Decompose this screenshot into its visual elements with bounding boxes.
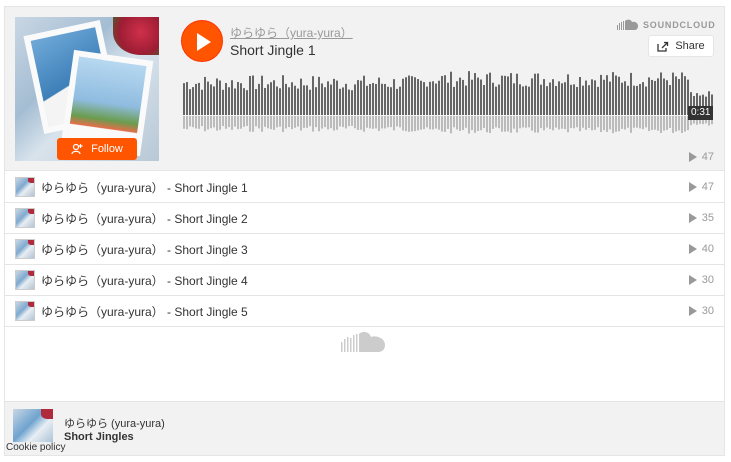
playlist-title[interactable]: Short Jingles: [64, 431, 134, 443]
play-count-icon: [688, 152, 697, 162]
add-user-icon: [71, 143, 83, 155]
soundcloud-loader-icon: [341, 332, 385, 352]
track-play-count-value: 47: [701, 181, 714, 193]
track-row[interactable]: ゆらゆら（yura-yura） - Short Jingle 2 35: [5, 203, 724, 234]
track-thumbnail: [15, 177, 35, 197]
track-name: ゆらゆら（yura-yura） - Short Jingle 2: [41, 211, 248, 226]
track-row[interactable]: ゆらゆら（yura-yura） - Short Jingle 1 47: [5, 172, 724, 203]
album-artwork[interactable]: Follow: [15, 17, 159, 161]
track-row[interactable]: ゆらゆら（yura-yura） - Short Jingle 4 30: [5, 265, 724, 296]
play-icon: [197, 33, 211, 51]
track-title[interactable]: Short Jingle 1: [230, 42, 316, 58]
share-label: Share: [675, 40, 705, 52]
track-duration: 0:31: [688, 106, 714, 120]
soundcloud-icon: [617, 19, 638, 30]
track-name: ゆらゆら（yura-yura） - Short Jingle 4: [41, 273, 248, 288]
footer-artist[interactable]: ゆらゆら (yura-yura): [64, 415, 165, 431]
track-name: ゆらゆら（yura-yura） - Short Jingle 1: [41, 180, 248, 195]
follow-label: Follow: [91, 143, 123, 155]
track-play-count-value: 40: [701, 243, 714, 255]
playlist-footer: ゆらゆら (yura-yura) Short Jingles: [5, 401, 724, 455]
play-button[interactable]: [181, 20, 223, 62]
track-thumbnail: [15, 301, 35, 321]
brand-name: SOUNDCLOUD: [643, 19, 716, 30]
cookie-policy-link[interactable]: Cookie policy: [6, 442, 66, 453]
play-count-icon: [688, 306, 697, 316]
soundcloud-logo[interactable]: SOUNDCLOUD: [617, 19, 716, 30]
play-count-icon: [688, 244, 697, 254]
play-count-icon: [688, 213, 697, 223]
track-play-count-value: 35: [701, 212, 714, 224]
share-icon: [657, 41, 669, 52]
play-count-icon: [688, 182, 697, 192]
track-play-count-value: 30: [701, 305, 714, 317]
track-name: ゆらゆら（yura-yura） - Short Jingle 3: [41, 242, 248, 257]
play-count-value: 47: [701, 151, 714, 163]
header-play-count: 47: [688, 151, 714, 163]
track-thumbnail: [15, 239, 35, 259]
waveform[interactable]: [183, 71, 714, 141]
track-thumbnail: [15, 208, 35, 228]
track-play-count-value: 30: [701, 274, 714, 286]
track-row[interactable]: ゆらゆら（yura-yura） - Short Jingle 5 30: [5, 296, 724, 327]
track-name: ゆらゆら（yura-yura） - Short Jingle 5: [41, 304, 248, 319]
track-list: ゆらゆら（yura-yura） - Short Jingle 1 47 ゆらゆら…: [5, 172, 724, 327]
track-play-count: 35: [688, 212, 714, 224]
soundcloud-widget: Follow ゆらゆら（yura-yura） Short Jingle 1 SO…: [4, 6, 725, 456]
player-header: Follow ゆらゆら（yura-yura） Short Jingle 1 SO…: [5, 7, 724, 171]
track-play-count: 30: [688, 274, 714, 286]
track-row[interactable]: ゆらゆら（yura-yura） - Short Jingle 3 40: [5, 234, 724, 265]
share-button[interactable]: Share: [648, 35, 714, 57]
artist-link[interactable]: ゆらゆら（yura-yura）: [230, 24, 353, 41]
track-thumbnail: [15, 270, 35, 290]
play-count-icon: [688, 275, 697, 285]
follow-button[interactable]: Follow: [57, 138, 137, 160]
track-play-count: 40: [688, 243, 714, 255]
track-play-count: 47: [688, 181, 714, 193]
track-play-count: 30: [688, 305, 714, 317]
